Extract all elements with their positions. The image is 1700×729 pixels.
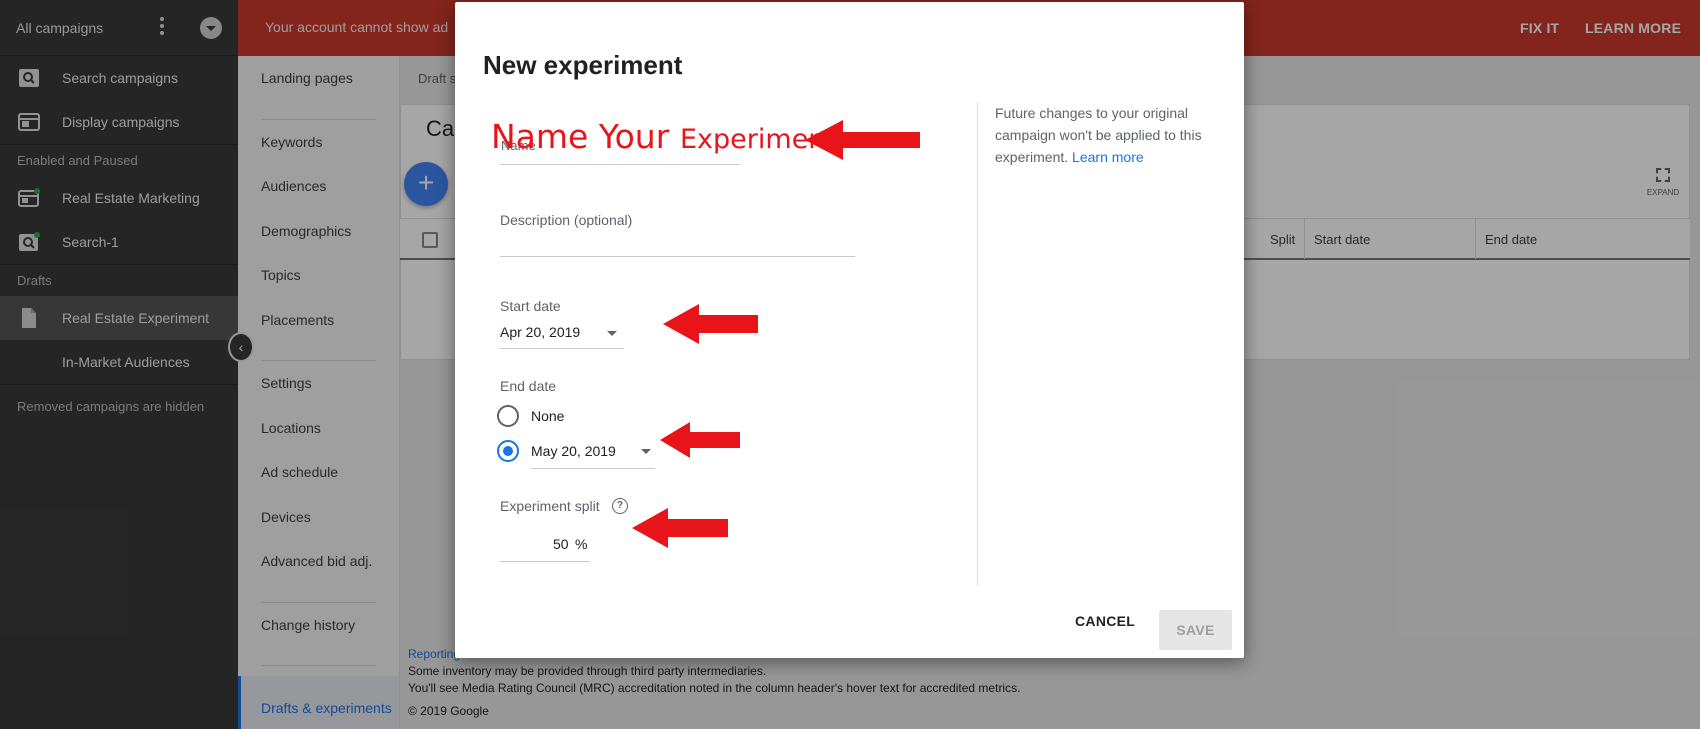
- end-date-custom-radio[interactable]: [497, 440, 519, 462]
- experiment-split-value: 50: [553, 536, 569, 552]
- name-field[interactable]: [500, 164, 740, 165]
- description-field[interactable]: [500, 256, 855, 257]
- annotation-arrow-icon: [805, 120, 920, 160]
- annotation-arrow-icon: [663, 304, 758, 344]
- learn-more-link[interactable]: Learn more: [1072, 149, 1144, 165]
- dialog-title: New experiment: [483, 50, 683, 80]
- cancel-button[interactable]: CANCEL: [1075, 613, 1135, 629]
- experiment-split-input[interactable]: [500, 561, 590, 562]
- end-date-none-label: None: [531, 408, 565, 424]
- annotation-name-your: Name Your: [491, 117, 670, 156]
- end-date-dropdown[interactable]: [531, 468, 655, 469]
- annotation-arrow-icon: [632, 508, 728, 548]
- experiment-split-label: Experiment split: [500, 498, 600, 514]
- end-date-none-radio[interactable]: [497, 405, 519, 427]
- chevron-down-icon: [607, 331, 617, 336]
- help-icon[interactable]: ?: [612, 498, 628, 514]
- percent-unit: %: [575, 536, 588, 552]
- save-button[interactable]: SAVE: [1159, 610, 1232, 650]
- start-date-label: Start date: [500, 298, 561, 314]
- annotation-arrow-icon: [660, 422, 740, 458]
- start-date-value: Apr 20, 2019: [500, 324, 581, 340]
- description-field-label: Description (optional): [500, 212, 633, 228]
- end-date-value: May 20, 2019: [531, 443, 616, 459]
- start-date-dropdown[interactable]: [500, 348, 624, 349]
- chevron-down-icon: [641, 449, 651, 454]
- dialog-info-panel: Future changes to your original campaign…: [977, 102, 1207, 586]
- new-experiment-dialog: New experiment Name Description (optiona…: [455, 2, 1244, 658]
- end-date-label: End date: [500, 378, 557, 394]
